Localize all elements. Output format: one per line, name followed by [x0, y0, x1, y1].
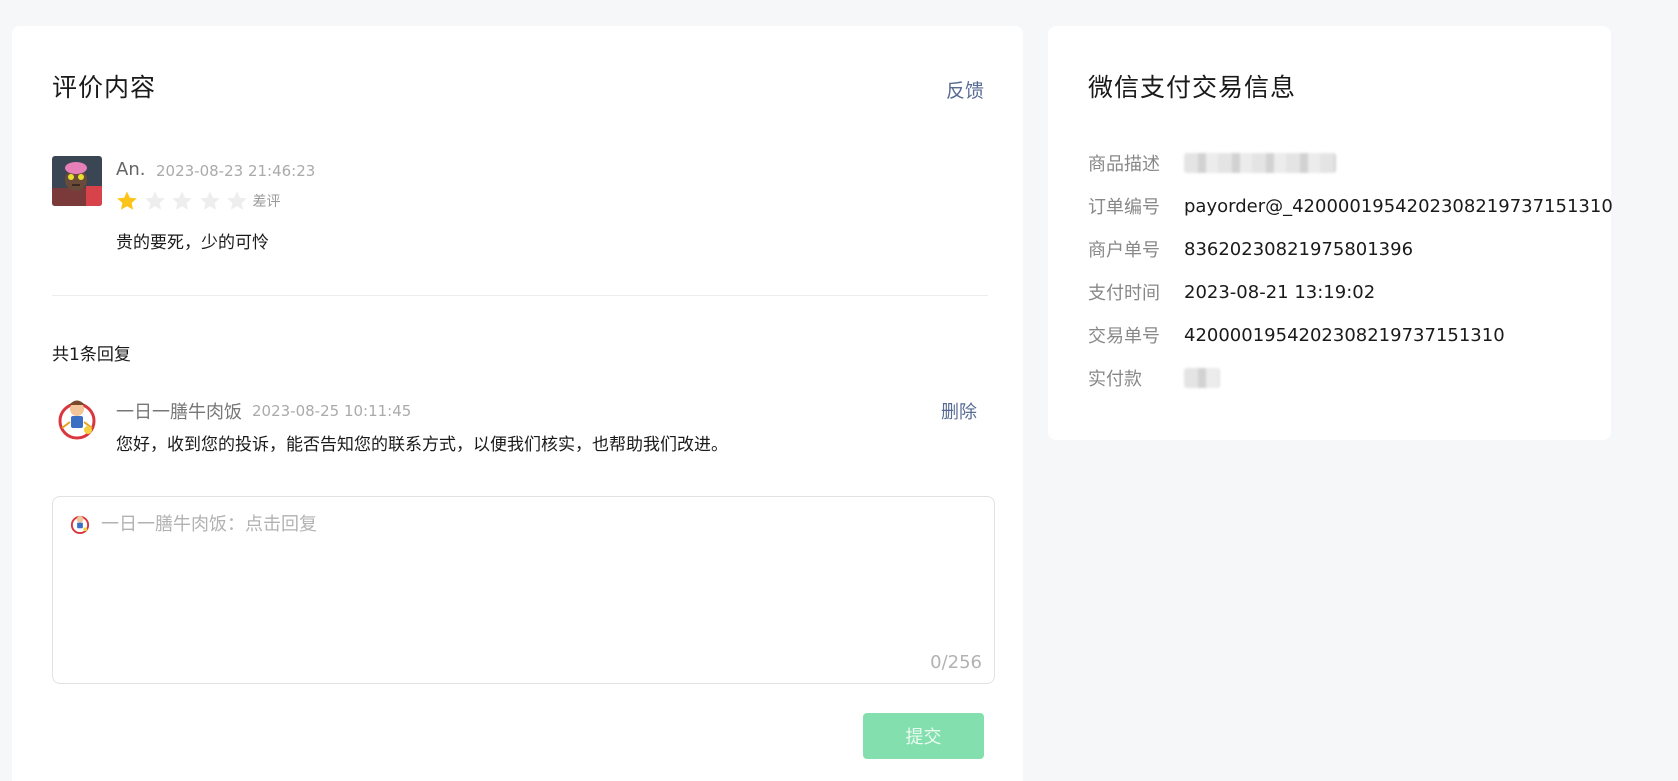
feedback-link[interactable]: 反馈 [946, 76, 984, 103]
reply-count: 共1条回复 [52, 345, 131, 365]
char-count: 0/256 [930, 652, 982, 673]
review-card: 评价内容 反馈 An. 2023-08-23 21:46:23 差评 贵的要死，… [12, 26, 1023, 781]
pay-label: 交易单号 [1088, 326, 1160, 347]
pay-value: payorder@_4200001954202308219737151310 [1184, 195, 1613, 217]
pay-row-amount: 实付款 [1088, 365, 1220, 391]
reply-time: 2023-08-25 10:11:45 [252, 402, 412, 420]
star-icon [116, 190, 138, 212]
review-time: 2023-08-23 21:46:23 [156, 162, 316, 180]
pay-label: 商品描述 [1088, 154, 1160, 175]
rating-label: 差评 [252, 194, 281, 210]
star-rating: 差评 [116, 190, 281, 212]
pay-row-pay-time: 支付时间 2023-08-21 13:19:02 [1088, 279, 1375, 305]
star-icon [144, 190, 166, 212]
reply-input[interactable] [101, 509, 961, 539]
reply-box[interactable]: 0/256 [52, 496, 995, 684]
delete-reply-button[interactable]: 删除 [941, 398, 977, 424]
payment-title: 微信支付交易信息 [1088, 73, 1297, 102]
pay-value: 2023-08-21 13:19:02 [1184, 281, 1376, 303]
review-title: 评价内容 [52, 73, 157, 102]
pay-row-merchant-no: 商户单号 83620230821975801396 [1088, 236, 1413, 262]
pay-label: 实付款 [1088, 369, 1142, 390]
pay-value: 4200001954202308219737151310 [1184, 324, 1505, 346]
redacted-value [1184, 368, 1220, 388]
pay-row-order-no: 订单编号 payorder@_4200001954202308219737151… [1088, 193, 1613, 219]
reviewer-avatar [52, 156, 102, 206]
pay-row-transaction-no: 交易单号 4200001954202308219737151310 [1088, 322, 1505, 348]
pay-row-description: 商品描述 [1088, 150, 1336, 176]
divider [52, 295, 988, 296]
merchant-avatar [54, 396, 100, 442]
review-text: 贵的要死，少的可怜 [116, 233, 269, 253]
redacted-value [1184, 153, 1336, 173]
pay-label: 商户单号 [1088, 240, 1160, 261]
reply-author: 一日一膳牛肉饭 [116, 402, 242, 423]
pay-label: 支付时间 [1088, 283, 1160, 304]
submit-button[interactable]: 提交 [863, 713, 984, 759]
pay-value: 83620230821975801396 [1184, 238, 1414, 260]
reviewer-name: An. [116, 159, 146, 180]
star-icon [226, 190, 248, 212]
reply-text: 您好，收到您的投诉，能否告知您的联系方式，以便我们核实，也帮助我们改进。 [116, 435, 728, 455]
pay-label: 订单编号 [1088, 197, 1160, 218]
payment-info-card: 微信支付交易信息 商品描述 订单编号 payorder@_42000019542… [1048, 26, 1613, 440]
merchant-avatar-small [69, 513, 91, 535]
star-icon [171, 190, 193, 212]
star-icon [199, 190, 221, 212]
